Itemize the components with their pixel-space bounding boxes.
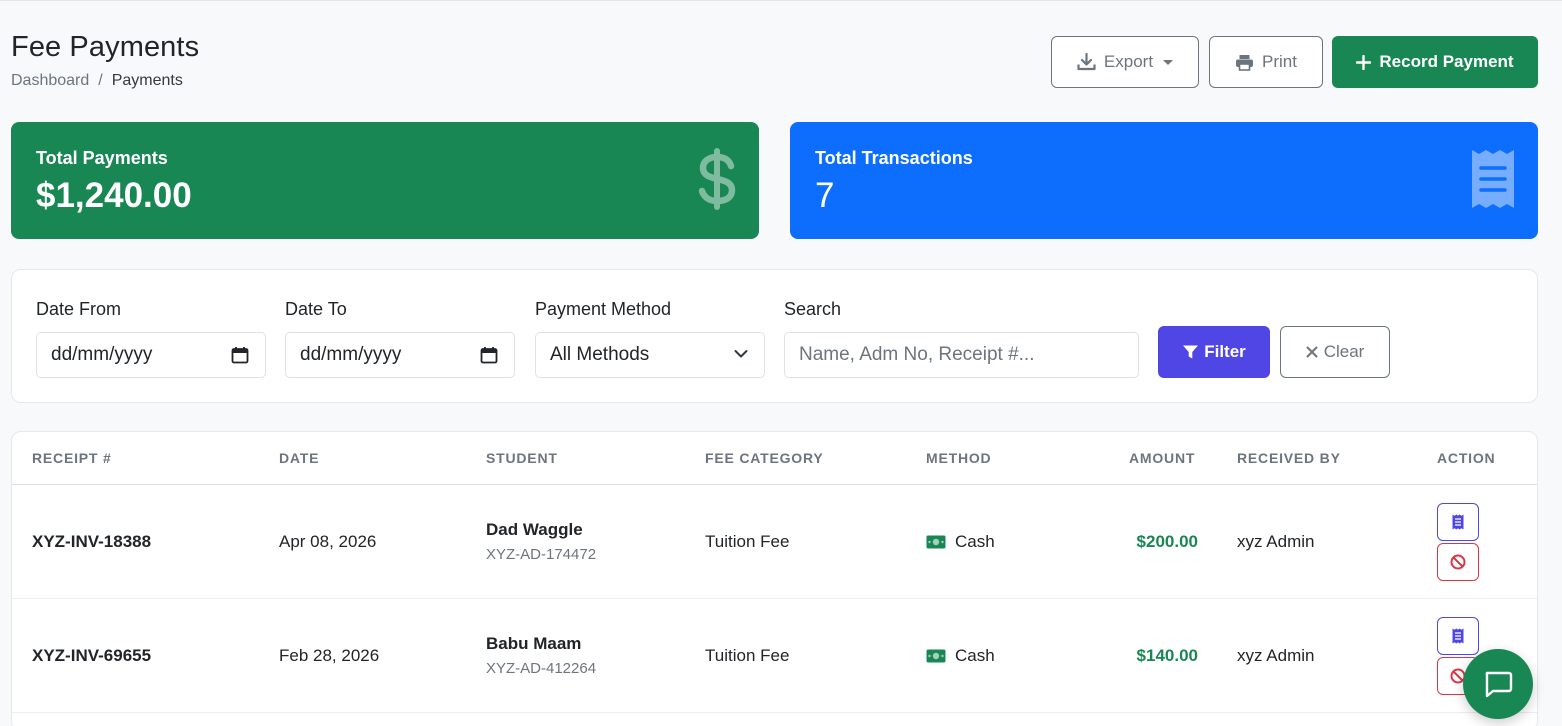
calendar-icon[interactable] [231,346,249,364]
view-receipt-button[interactable] [1437,503,1479,541]
receipt-icon [1452,514,1464,530]
payments-table: RECEIPT # DATE STUDENT FEE CATEGORY METH… [11,431,1538,726]
column-header-method[interactable]: METHOD [926,450,991,466]
chevron-down-icon [734,350,748,358]
cash-icon [926,649,946,663]
received-by: xyz Admin [1237,646,1315,665]
date-to-label: Date To [285,299,347,319]
table-row: XYZ-INV-69655 Feb 28, 2026 Babu Maam XYZ… [12,599,1537,713]
payment-method-value: All Methods [550,344,650,365]
chat-icon [1485,671,1513,698]
chevron-down-icon [1163,59,1174,65]
payment-method-text: Cash [955,646,995,665]
export-button[interactable]: Export [1051,36,1199,88]
payment-amount: $200.00 [1136,532,1198,551]
total-payments-value: $1,240.00 [36,176,192,215]
column-header-fee-category[interactable]: FEE CATEGORY [705,450,824,466]
total-transactions-value: 7 [815,176,835,215]
filter-card: Date From dd/mm/yyyy Date To dd/mm/yyyy … [11,269,1538,403]
chat-button[interactable] [1463,649,1533,719]
clear-button[interactable]: Clear [1280,326,1390,378]
student-name: Babu Maam [486,634,582,653]
breadcrumb-separator: / [98,72,103,89]
payment-date: Feb 28, 2026 [279,646,380,665]
payment-method: Cash [926,646,995,666]
search-placeholder: Name, Adm No, Receipt #... [799,344,1035,365]
printer-icon [1236,54,1254,71]
ban-icon [1450,554,1466,570]
payment-method-select[interactable]: All Methods [535,332,765,378]
plus-icon [1356,54,1372,70]
search-input[interactable]: Name, Adm No, Receipt #... [784,332,1139,378]
fee-category: Tuition Fee [705,532,790,551]
total-payments-card: Total Payments $1,240.00 [11,122,759,239]
student-admission-number: XYZ-AD-174472 [486,546,597,563]
total-payments-label: Total Payments [36,148,168,168]
date-from-input[interactable]: dd/mm/yyyy [36,332,266,378]
payment-method-text: Cash [955,532,995,551]
column-header-received-by[interactable]: RECEIVED BY [1237,450,1341,466]
filter-button[interactable]: Filter [1158,326,1270,378]
funnel-icon [1183,345,1199,359]
receipt-icon [1472,150,1514,208]
export-label: Export [1103,52,1154,71]
fee-category: Tuition Fee [705,646,790,665]
payment-amount: $140.00 [1136,646,1198,665]
date-to-input[interactable]: dd/mm/yyyy [285,332,515,378]
record-payment-button[interactable]: Record Payment [1332,36,1538,88]
total-transactions-label: Total Transactions [815,148,973,168]
date-to-value: dd/mm/yyyy [300,344,402,365]
student-name: Dad Waggle [486,520,583,539]
page-title: Fee Payments [11,31,200,63]
column-header-receipt[interactable]: RECEIPT # [32,450,112,466]
column-header-date[interactable]: DATE [279,450,319,466]
student-admission-number: XYZ-AD-412264 [486,660,597,677]
payment-method: Cash [926,532,995,552]
received-by: xyz Admin [1237,532,1315,551]
clear-label: Clear [1323,342,1365,361]
column-header-action: ACTION [1437,450,1496,466]
dollar-icon [698,148,736,210]
record-payment-label: Record Payment [1379,52,1514,71]
date-from-value: dd/mm/yyyy [51,344,153,365]
breadcrumb-dashboard-link[interactable]: Dashboard [11,72,89,90]
print-button[interactable]: Print [1209,36,1323,88]
x-icon [1306,346,1318,358]
cash-icon [926,535,946,549]
payment-method-label: Payment Method [535,299,672,319]
column-header-student[interactable]: STUDENT [486,450,558,466]
print-label: Print [1262,52,1297,71]
receipt-number: XYZ-INV-18388 [32,532,152,551]
void-payment-button[interactable] [1437,543,1479,581]
breadcrumb: Dashboard / Payments [11,72,183,90]
receipt-icon [1452,628,1464,644]
column-header-amount[interactable]: AMOUNT [1129,450,1195,466]
calendar-icon[interactable] [480,346,498,364]
view-receipt-button[interactable] [1437,617,1479,655]
total-transactions-card: Total Transactions 7 [790,122,1538,239]
download-icon [1077,53,1096,71]
search-label: Search [784,299,842,319]
table-row: XYZ-INV-18388 Apr 08, 2026 Dad Waggle XY… [12,485,1537,599]
payment-date: Apr 08, 2026 [279,532,377,551]
receipt-number: XYZ-INV-69655 [32,646,152,665]
breadcrumb-current: Payments [111,72,183,89]
date-from-label: Date From [36,299,122,319]
filter-label: Filter [1204,342,1246,361]
